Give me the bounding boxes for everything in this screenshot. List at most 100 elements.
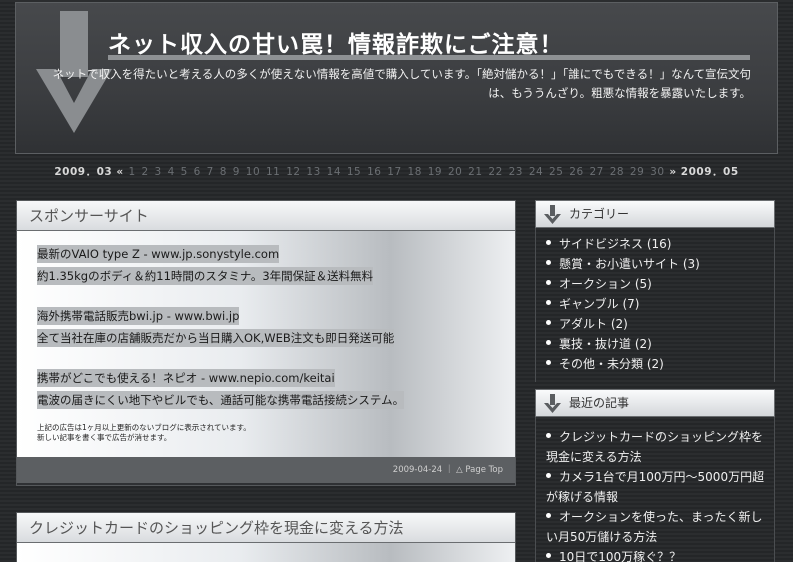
calendar-day-link[interactable]: 22 (488, 166, 502, 178)
ad-note: 上記の広告は1ヶ月以上更新のないブログに表示されています。 新しい記事を書く事で… (37, 423, 495, 443)
calendar-day-link[interactable]: 3 (155, 166, 162, 178)
sponsor-ad-line[interactable]: 海外携帯電話販売bwi.jp - www.bwi.jp (37, 307, 240, 325)
recent-posts-list: クレジットカードのショッピング枠を現金に変える方法 カメラ1台で月100万円～50… (535, 417, 775, 562)
recent-post-item-label: クレジットカードのショッピング枠を現金に変える方法 (546, 430, 764, 464)
prev-month-link[interactable]: 2009．03 « (54, 166, 123, 178)
footer-separator: ｜ (444, 465, 454, 475)
category-item[interactable]: その他・未分類 (2) (546, 354, 766, 374)
calendar-day-link[interactable]: 2 (142, 166, 149, 178)
category-item-label: 裏技・抜け道 (2) (559, 337, 652, 351)
calendar-day-link[interactable]: 16 (367, 166, 381, 178)
site-title[interactable]: ネット収入の甘い罠！情報詐欺にご注意！ (108, 25, 564, 59)
recent-heading: 最近の記事 (535, 389, 775, 417)
calendar-day-link[interactable]: 20 (448, 166, 462, 178)
recent-post-item-label: オークションを使った、まったく新しい月50万儲ける方法 (546, 510, 763, 544)
sponsor-ad-line[interactable]: 約1.35kgのボディ＆約11時間のスタミナ。3年間保証＆送料無料 (37, 267, 374, 285)
calendar-day-link[interactable]: 15 (347, 166, 361, 178)
calendar-day-link[interactable]: 29 (630, 166, 644, 178)
recent-post-item-label: 10日で100万稼ぐ？？ (559, 550, 682, 562)
title-underline (108, 55, 750, 60)
bullet-icon (546, 360, 551, 365)
category-item[interactable]: アダルト (2) (546, 314, 766, 334)
down-arrow-icon (544, 394, 561, 413)
description-line-1: ネットで収入を得たいと考える人の多くが使えない情報を高値で購入しています。「絶対… (52, 67, 751, 81)
sponsor-ad-line[interactable]: 電波の届きにくい地下やビルでも、通話可能な携帯電話接続システム。 (37, 391, 405, 409)
category-item[interactable]: 懸賞・お小遣いサイト (3) (546, 254, 766, 274)
category-item-label: アダルト (2) (559, 317, 628, 331)
post-body: 最新のVAIO type Z - www.jp.sonystyle.com 約1.… (17, 231, 515, 457)
next-month-link[interactable]: » 2009．05 (669, 166, 738, 178)
calendar-day-link[interactable]: 19 (428, 166, 442, 178)
categories-title: カテゴリー (569, 207, 630, 221)
calendar-day-link[interactable]: 4 (168, 166, 175, 178)
ad-note-line-2: 新しい記事を書く事で広告が消せます。 (37, 433, 172, 442)
description-line-2: は、もううんざり。粗悪な情報を暴露いたします。 (488, 86, 751, 100)
calendar-days: 1 2 3 4 5 6 7 8 9 10 11 12 13 14 15 16 1… (127, 166, 669, 178)
ad-spacer (37, 287, 495, 305)
ad-note-line-1: 上記の広告は1ヶ月以上更新のないブログに表示されています。 (37, 423, 251, 432)
calendar-day-link[interactable]: 25 (549, 166, 563, 178)
category-item[interactable]: ギャンブル (7) (546, 294, 766, 314)
calendar-day-link[interactable]: 11 (266, 166, 280, 178)
recent-post-item[interactable]: カメラ1台で月100万円～5000万円超が稼げる情報 (546, 467, 766, 507)
calendar-day-link[interactable]: 23 (509, 166, 523, 178)
calendar-day-link[interactable]: 28 (610, 166, 624, 178)
bullet-icon (546, 320, 551, 325)
calendar-day-link[interactable]: 10 (246, 166, 260, 178)
calendar-day-link[interactable]: 21 (468, 166, 482, 178)
post-title[interactable]: クレジットカードのショッピング枠を現金に変える方法 (17, 513, 515, 543)
site-header: ネット収入の甘い罠！情報詐欺にご注意！ ネットで収入を得たいと考える人の多くが使… (15, 2, 778, 154)
calendar-day-link[interactable]: 12 (286, 166, 300, 178)
calendar-day-link[interactable]: 27 (589, 166, 603, 178)
sponsor-ad-line[interactable]: 全て当社在庫の店舗販売だから当日購入OK,WEB注文も即日発送可能 (37, 329, 395, 347)
post-title[interactable]: スポンサーサイト (17, 201, 515, 231)
categories-heading: カテゴリー (535, 200, 775, 228)
recent-post-item[interactable]: クレジットカードのショッピング枠を現金に変える方法 (546, 427, 766, 467)
calendar-day-link[interactable]: 14 (327, 166, 341, 178)
recent-post-item-label: カメラ1台で月100万円～5000万円超が稼げる情報 (546, 470, 765, 504)
down-arrow-icon (544, 205, 561, 224)
bullet-icon (546, 240, 551, 245)
sidebar-categories: カテゴリー サイドビジネス (16) 懸賞・お小遣いサイト (3) オークション (… (535, 200, 775, 382)
calendar-day-link[interactable]: 6 (194, 166, 201, 178)
category-item[interactable]: 裏技・抜け道 (2) (546, 334, 766, 354)
bullet-icon (546, 340, 551, 345)
category-item[interactable]: オークション (5) (546, 274, 766, 294)
site-description: ネットで収入を得たいと考える人の多くが使えない情報を高値で購入しています。「絶対… (21, 65, 751, 103)
calendar-day-link[interactable]: 9 (233, 166, 240, 178)
recent-title: 最近の記事 (569, 396, 630, 410)
calendar-day-link[interactable]: 30 (650, 166, 664, 178)
calendar-day-link[interactable]: 17 (387, 166, 401, 178)
calendar-pager: 2009．03 « 1 2 3 4 5 6 7 8 9 10 11 12 13 … (0, 164, 793, 179)
sidebar-recent: 最近の記事 クレジットカードのショッピング枠を現金に変える方法 カメラ1台で月10… (535, 389, 775, 562)
calendar-day-link[interactable]: 18 (408, 166, 422, 178)
bullet-icon (546, 553, 551, 558)
bullet-icon (546, 513, 551, 518)
calendar-day-link[interactable]: 1 (128, 166, 135, 178)
bullet-icon (546, 280, 551, 285)
post-footer: 2009-04-24 ｜ △ Page Top (17, 457, 515, 483)
post-body (17, 543, 515, 562)
category-list: サイドビジネス (16) 懸賞・お小遣いサイト (3) オークション (5) ギャンブ… (535, 228, 775, 382)
bullet-icon (546, 260, 551, 265)
category-item[interactable]: サイドビジネス (16) (546, 234, 766, 254)
post-date: 2009-04-24 (392, 465, 443, 475)
calendar-day-link[interactable]: 24 (529, 166, 543, 178)
bullet-icon (546, 433, 551, 438)
bullet-icon (546, 473, 551, 478)
sponsor-ad-line[interactable]: 最新のVAIO type Z - www.jp.sonystyle.com (37, 245, 280, 263)
post-sponsor: スポンサーサイト 最新のVAIO type Z - www.jp.sonysty… (16, 200, 516, 486)
page-top-link[interactable]: △ Page Top (456, 465, 503, 475)
recent-post-item[interactable]: オークションを使った、まったく新しい月50万儲ける方法 (546, 507, 766, 547)
calendar-day-link[interactable]: 7 (207, 166, 214, 178)
recent-post-item[interactable]: 10日で100万稼ぐ？？ (546, 547, 766, 562)
category-item-label: ギャンブル (7) (559, 297, 640, 311)
calendar-day-link[interactable]: 26 (569, 166, 583, 178)
post-credit-card: クレジットカードのショッピング枠を現金に変える方法 (16, 512, 516, 562)
sponsor-ad-line[interactable]: 携帯がどこでも使える！ネピオ - www.nepio.com/keitai (37, 369, 335, 387)
calendar-day-link[interactable]: 13 (306, 166, 320, 178)
calendar-day-link[interactable]: 5 (181, 166, 188, 178)
ad-spacer (37, 349, 495, 367)
calendar-day-link[interactable]: 8 (220, 166, 227, 178)
sponsor-ads: 最新のVAIO type Z - www.jp.sonystyle.com 約1.… (37, 243, 495, 411)
